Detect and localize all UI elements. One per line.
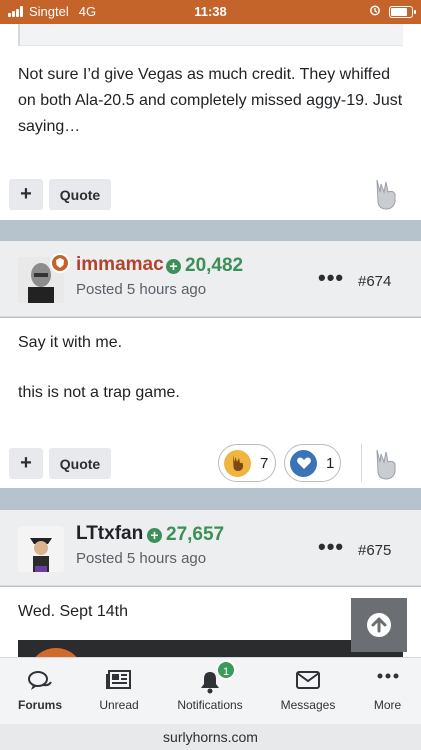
username[interactable]: LTtxfan bbox=[76, 523, 143, 545]
post-body-block: Say it with me. this is not a trap game.… bbox=[0, 318, 421, 488]
scroll-to-top-button[interactable] bbox=[351, 598, 407, 652]
chat-bubbles-icon bbox=[27, 670, 53, 695]
newspaper-icon bbox=[106, 670, 132, 693]
username[interactable]: immamac bbox=[76, 254, 164, 276]
notification-count-badge: 1 bbox=[216, 660, 236, 680]
ellipsis-icon bbox=[377, 670, 399, 684]
post-body-line: this is not a trap game. bbox=[18, 384, 180, 401]
horns-icon bbox=[224, 449, 251, 477]
avatar[interactable] bbox=[18, 526, 64, 572]
horns-react-icon[interactable] bbox=[371, 446, 401, 482]
quote-block bbox=[18, 24, 403, 46]
horns-react-icon[interactable] bbox=[371, 176, 401, 212]
tab-messages[interactable]: Messages bbox=[262, 658, 354, 725]
post-previous: Not sure I’d give Vegas as much credit. … bbox=[0, 24, 421, 220]
reaction-count: 7 bbox=[260, 454, 269, 472]
plus-button[interactable]: + bbox=[9, 448, 43, 479]
tab-label: More bbox=[373, 698, 402, 712]
tab-label: Notifications bbox=[177, 698, 243, 712]
tab-label: Forums bbox=[17, 698, 62, 712]
post-header: LTtxfan + 27,657 Posted 5 hours ago ••• … bbox=[0, 510, 421, 586]
divider bbox=[361, 444, 362, 482]
post-body: Not sure I’d give Vegas as much credit. … bbox=[18, 66, 403, 135]
posted-time: Posted 5 hours ago bbox=[76, 281, 207, 298]
reputation: + 20,482 bbox=[166, 255, 243, 277]
reputation: + 27,657 bbox=[147, 524, 224, 546]
envelope-icon bbox=[295, 670, 321, 693]
reaction-heart[interactable]: 1 bbox=[284, 444, 341, 482]
tab-forums[interactable]: Forums bbox=[0, 658, 80, 725]
arrow-up-icon bbox=[367, 613, 391, 637]
battery-icon bbox=[389, 5, 416, 18]
status-time: 11:38 bbox=[194, 4, 227, 19]
tab-unread[interactable]: Unread bbox=[80, 658, 158, 725]
more-options-button[interactable]: ••• bbox=[318, 536, 344, 558]
reputation-plus-icon: + bbox=[166, 258, 181, 274]
quote-button[interactable]: Quote bbox=[49, 179, 111, 210]
tab-label: Messages bbox=[280, 698, 336, 712]
post-number[interactable]: #675 bbox=[358, 542, 391, 559]
more-options-button[interactable]: ••• bbox=[318, 267, 344, 289]
bottom-tab-bar: Forums Unread Notifications Messages Mor… bbox=[0, 657, 421, 724]
posted-time: Posted 5 hours ago bbox=[76, 550, 207, 567]
post-header: immamac + 20,482 Posted 5 hours ago ••• … bbox=[0, 241, 421, 317]
reputation-value: 20,482 bbox=[185, 255, 244, 276]
alarm-icon bbox=[369, 4, 381, 19]
url-bar[interactable]: surlyhorns.com bbox=[0, 724, 421, 750]
tab-more[interactable]: More bbox=[354, 658, 421, 725]
quote-button[interactable]: Quote bbox=[49, 448, 111, 479]
post-number[interactable]: #674 bbox=[358, 273, 391, 290]
tab-label: Unread bbox=[99, 698, 139, 712]
post-body: Wed. Sept 14th bbox=[18, 603, 128, 620]
status-bar: Singtel 4G 11:38 bbox=[0, 0, 421, 24]
member-badge-icon bbox=[50, 253, 70, 273]
reaction-horns[interactable]: 7 bbox=[218, 444, 276, 482]
reaction-count: 1 bbox=[326, 454, 335, 472]
tab-notifications[interactable]: Notifications bbox=[158, 658, 262, 725]
status-right bbox=[369, 4, 416, 19]
reputation-plus-icon: + bbox=[147, 527, 162, 543]
reputation-value: 27,657 bbox=[166, 524, 225, 545]
plus-button[interactable]: + bbox=[9, 179, 43, 210]
post-body-line: Say it with me. bbox=[18, 334, 123, 351]
heart-icon bbox=[290, 449, 317, 477]
